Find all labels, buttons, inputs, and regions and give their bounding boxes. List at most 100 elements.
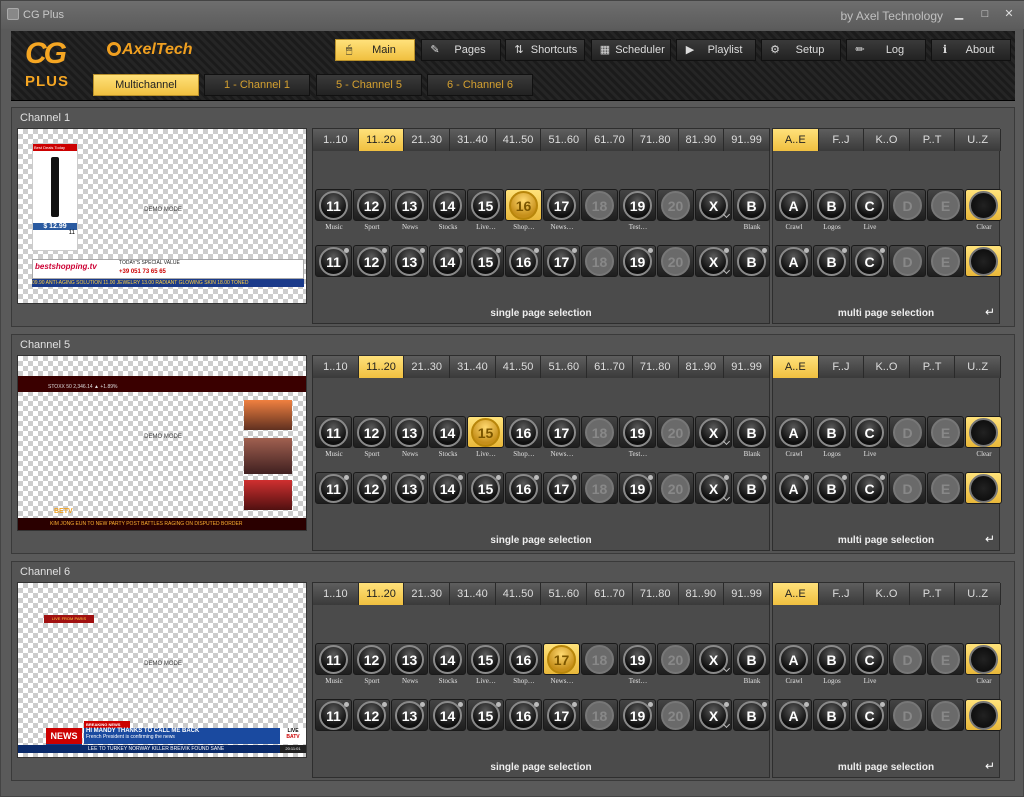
- page-button-16[interactable]: 16: [505, 643, 542, 675]
- page-button-b[interactable]: B: [733, 472, 770, 504]
- letter-tab[interactable]: P..T: [909, 583, 956, 605]
- page-button-11[interactable]: 11: [315, 699, 352, 731]
- range-tab[interactable]: 91..99: [724, 129, 770, 151]
- clear-button[interactable]: [965, 472, 1002, 504]
- page-button-18[interactable]: 18: [581, 643, 618, 675]
- multi-button-a[interactable]: A: [775, 416, 812, 448]
- page-button-11[interactable]: 11: [315, 472, 352, 504]
- range-tab[interactable]: 81..90: [678, 356, 725, 378]
- range-tab[interactable]: 91..99: [724, 583, 770, 605]
- letter-tab[interactable]: K..O: [864, 356, 910, 378]
- page-button-14[interactable]: 14: [429, 416, 466, 448]
- page-button-13[interactable]: 13: [391, 245, 428, 277]
- page-button-15[interactable]: 15: [467, 643, 504, 675]
- page-button-18[interactable]: 18: [581, 699, 618, 731]
- close-button[interactable]: ✕: [1001, 7, 1017, 21]
- page-button-18[interactable]: 18: [581, 245, 618, 277]
- range-tab[interactable]: 71..80: [632, 129, 679, 151]
- page-button-17[interactable]: 17: [543, 472, 580, 504]
- range-tab[interactable]: 41..50: [495, 356, 542, 378]
- range-tab[interactable]: 91..99: [724, 356, 770, 378]
- page-button-13[interactable]: 13: [391, 643, 428, 675]
- multi-button-c[interactable]: C: [851, 699, 888, 731]
- multi-button-e[interactable]: E: [927, 189, 964, 221]
- page-button-14[interactable]: 14: [429, 699, 466, 731]
- multi-button-c[interactable]: C: [851, 643, 888, 675]
- page-button-12[interactable]: 12: [353, 416, 390, 448]
- multi-button-a[interactable]: A: [775, 643, 812, 675]
- page-button-14[interactable]: 14: [429, 472, 466, 504]
- multi-button-c[interactable]: C: [851, 416, 888, 448]
- nav-playlist-button[interactable]: ▶ Playlist: [676, 39, 756, 61]
- page-button-13[interactable]: 13: [391, 699, 428, 731]
- range-tab[interactable]: 31..40: [450, 356, 496, 378]
- page-button-x[interactable]: X: [695, 189, 732, 221]
- nav-log-button[interactable]: ✏ Log: [846, 39, 926, 61]
- channel-tab-2[interactable]: 5 - Channel 5: [316, 74, 422, 96]
- multi-button-c[interactable]: C: [851, 245, 888, 277]
- multi-button-c[interactable]: C: [851, 472, 888, 504]
- nav-about-button[interactable]: ℹ About: [931, 39, 1011, 61]
- page-button-b[interactable]: B: [733, 643, 770, 675]
- nav-pages-button[interactable]: ✎ Pages: [421, 39, 501, 61]
- range-tab[interactable]: 81..90: [678, 583, 725, 605]
- page-button-19[interactable]: 19: [619, 189, 656, 221]
- range-tab[interactable]: 1..10: [313, 583, 359, 605]
- range-tab[interactable]: 11..20: [358, 129, 405, 151]
- page-button-13[interactable]: 13: [391, 472, 428, 504]
- page-button-15[interactable]: 15: [467, 416, 504, 448]
- clear-button[interactable]: [965, 699, 1002, 731]
- letter-tab[interactable]: U..Z: [955, 356, 1001, 378]
- range-tab[interactable]: 41..50: [495, 129, 542, 151]
- page-button-15[interactable]: 15: [467, 699, 504, 731]
- letter-tab[interactable]: F..J: [818, 129, 865, 151]
- multi-button-a[interactable]: A: [775, 699, 812, 731]
- nav-main-button[interactable]: 🖱 Main: [335, 39, 415, 61]
- letter-tab[interactable]: P..T: [909, 129, 956, 151]
- multi-button-b[interactable]: B: [813, 643, 850, 675]
- multi-button-a[interactable]: A: [775, 189, 812, 221]
- multi-button-e[interactable]: E: [927, 643, 964, 675]
- nav-setup-button[interactable]: ⚙ Setup: [761, 39, 841, 61]
- page-button-12[interactable]: 12: [353, 699, 390, 731]
- page-button-20[interactable]: 20: [657, 643, 694, 675]
- page-button-x[interactable]: X: [695, 245, 732, 277]
- multi-button-a[interactable]: A: [775, 472, 812, 504]
- minimize-button[interactable]: ▁: [951, 7, 967, 21]
- page-button-16[interactable]: 16: [505, 189, 542, 221]
- page-button-12[interactable]: 12: [353, 189, 390, 221]
- range-tab[interactable]: 61..70: [587, 129, 633, 151]
- page-button-17[interactable]: 17: [543, 416, 580, 448]
- page-button-18[interactable]: 18: [581, 189, 618, 221]
- page-button-11[interactable]: 11: [315, 643, 352, 675]
- multi-button-b[interactable]: B: [813, 699, 850, 731]
- page-button-16[interactable]: 16: [505, 699, 542, 731]
- letter-tab[interactable]: A..E: [773, 583, 819, 605]
- page-button-x[interactable]: X: [695, 643, 732, 675]
- page-button-19[interactable]: 19: [619, 472, 656, 504]
- page-button-11[interactable]: 11: [315, 245, 352, 277]
- page-button-16[interactable]: 16: [505, 245, 542, 277]
- page-button-x[interactable]: X: [695, 416, 732, 448]
- page-button-b[interactable]: B: [733, 699, 770, 731]
- multi-button-a[interactable]: A: [775, 245, 812, 277]
- page-button-11[interactable]: 11: [315, 416, 352, 448]
- multi-button-b[interactable]: B: [813, 189, 850, 221]
- range-tab[interactable]: 61..70: [587, 356, 633, 378]
- multi-button-c[interactable]: C: [851, 189, 888, 221]
- range-tab[interactable]: 41..50: [495, 583, 542, 605]
- range-tab[interactable]: 51..60: [541, 583, 588, 605]
- page-button-19[interactable]: 19: [619, 643, 656, 675]
- nav-scheduler-button[interactable]: ▦ Scheduler: [591, 39, 671, 61]
- clear-button[interactable]: [965, 643, 1002, 675]
- letter-tab[interactable]: A..E: [773, 356, 819, 378]
- multi-button-d[interactable]: D: [889, 472, 926, 504]
- multi-button-b[interactable]: B: [813, 416, 850, 448]
- multi-button-e[interactable]: E: [927, 699, 964, 731]
- letter-tab[interactable]: U..Z: [955, 583, 1001, 605]
- page-button-14[interactable]: 14: [429, 643, 466, 675]
- page-button-17[interactable]: 17: [543, 189, 580, 221]
- range-tab[interactable]: 1..10: [313, 129, 359, 151]
- page-button-20[interactable]: 20: [657, 189, 694, 221]
- return-arrow-icon[interactable]: ↵: [985, 305, 995, 319]
